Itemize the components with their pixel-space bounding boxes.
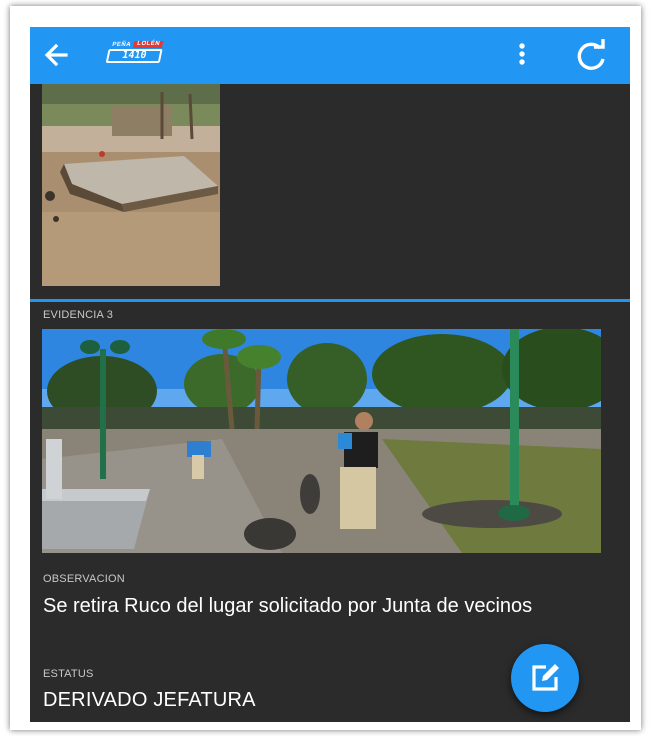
evidence-2-photo[interactable] — [42, 84, 220, 286]
back-button[interactable] — [38, 35, 78, 75]
logo-number: 1410 — [105, 49, 163, 63]
edit-icon — [532, 664, 559, 691]
evidence-3-photo[interactable] — [42, 329, 601, 553]
more-vert-icon — [519, 43, 525, 65]
observation-label: OBSERVACION — [43, 573, 125, 585]
app-bar: PEÑA LOLÉN 1410 — [30, 27, 630, 84]
refresh-icon — [577, 39, 605, 70]
overflow-menu-button[interactable] — [508, 37, 536, 73]
observation-text: Se retira Ruco del lugar solicitado por … — [43, 595, 533, 617]
evidence-3-label: EVIDENCIA 3 — [43, 309, 114, 321]
section-divider — [30, 299, 630, 302]
evidence-3-image — [42, 329, 601, 553]
edit-fab-button[interactable] — [511, 644, 579, 712]
logo-text-left: PEÑA — [111, 41, 132, 48]
status-label: ESTATUS — [43, 668, 94, 680]
app-logo: PEÑA LOLÉN 1410 — [105, 41, 167, 63]
arrow-left-icon — [44, 43, 68, 67]
refresh-button[interactable] — [570, 35, 612, 77]
app-screen: PEÑA LOLÉN 1410 EVIDENCIA 3 OBSERVACION … — [30, 27, 630, 722]
evidence-2-image — [42, 84, 220, 286]
logo-text-right: LOLÉN — [133, 41, 164, 48]
status-value: DERIVADO JEFATURA — [43, 689, 256, 711]
